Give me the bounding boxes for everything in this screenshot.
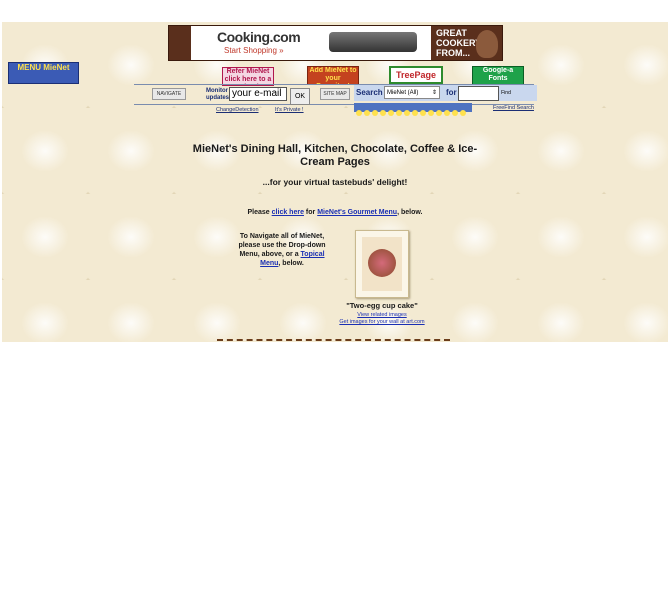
page-title: MieNet's Dining Hall, Kitchen, Chocolate… — [192, 143, 478, 168]
please-suffix: , below. — [397, 209, 423, 216]
ad-cta: Start Shopping » — [224, 46, 284, 55]
site-map-button[interactable]: SITE MAP — [320, 88, 350, 100]
search-input[interactable] — [458, 86, 499, 101]
muffin-pan-image — [329, 32, 417, 52]
thumbnail-caption: "Two-egg cup cake" — [346, 301, 418, 310]
smiley-icon[interactable] — [436, 110, 442, 116]
search-scope-value: MieNet (All) — [387, 90, 419, 96]
ok-button[interactable]: OK — [290, 88, 310, 105]
smiley-icon[interactable] — [364, 110, 370, 116]
nav-suffix: , below. — [278, 260, 304, 267]
page-background: Cooking.com Start Shopping » GREAT COOKE… — [2, 22, 668, 342]
smiley-icon[interactable] — [452, 110, 458, 116]
for-label: for — [446, 88, 457, 97]
ad-logo: Cooking.com — [217, 29, 301, 45]
click-here-link[interactable]: click here — [272, 209, 304, 216]
chef-photo — [476, 30, 498, 58]
smiley-icon[interactable] — [412, 110, 418, 116]
cupcake-image — [368, 249, 396, 277]
please-mid: for — [305, 209, 316, 216]
freefind-link[interactable]: FreeFind Search — [493, 105, 534, 111]
get-images-link[interactable]: Get images for your wall at art.com — [339, 319, 424, 325]
add-favorites-banner[interactable]: Add MieNet to your Favorites! — [307, 66, 359, 85]
gourmet-menu-link[interactable]: MieNet's Gourmet Menu — [317, 209, 397, 216]
please-prefix: Please — [247, 209, 270, 216]
smiley-icon[interactable] — [460, 110, 466, 116]
smiley-icon[interactable] — [404, 110, 410, 116]
smiley-icon[interactable] — [428, 110, 434, 116]
decorative-border — [217, 339, 450, 342]
monitor-updates-label: Monitor updates — [206, 88, 230, 101]
view-related-line: View related images — [332, 312, 432, 318]
private-link[interactable]: It's Private ! — [275, 107, 304, 113]
smiley-icon[interactable] — [372, 110, 378, 116]
cupcake-thumbnail[interactable] — [355, 230, 409, 298]
get-images-line: Get images for your wall at art.com — [322, 319, 442, 325]
icon-toolbar[interactable] — [354, 103, 472, 116]
page-tagline: ...for your virtual tastebuds' delight! — [262, 177, 408, 187]
smiley-icon[interactable] — [444, 110, 450, 116]
change-detection-link[interactable]: ChangeDetection — [216, 107, 259, 113]
view-related-link[interactable]: View related images — [357, 312, 406, 318]
smiley-icon[interactable] — [388, 110, 394, 116]
email-field[interactable]: your e-mail — [229, 87, 287, 101]
chevron-updown-icon: ⇕ — [431, 90, 437, 96]
smiley-icon[interactable] — [396, 110, 402, 116]
smiley-icon[interactable] — [380, 110, 386, 116]
navigation-instructions: To Navigate all of MieNet, please use th… — [236, 232, 328, 268]
treepage-banner[interactable]: TreePage — [389, 66, 443, 84]
find-button[interactable]: Find — [499, 88, 513, 98]
search-scope-select[interactable]: MieNet (All) ⇕ — [384, 86, 440, 99]
gourmet-menu-line: Please click here for MieNet's Gourmet M… — [152, 209, 518, 216]
navigate-dropdown[interactable]: NAVIGATE — [152, 88, 186, 100]
google-fonts-banner[interactable]: Google-a Fonts — [472, 66, 524, 85]
cooking-banner-ad[interactable]: Cooking.com Start Shopping » GREAT COOKE… — [168, 25, 503, 61]
menu-logo[interactable]: MENU MieNet — [8, 62, 79, 84]
search-label: Search — [356, 88, 383, 97]
smiley-icon[interactable] — [420, 110, 426, 116]
smiley-icon[interactable] — [356, 110, 362, 116]
